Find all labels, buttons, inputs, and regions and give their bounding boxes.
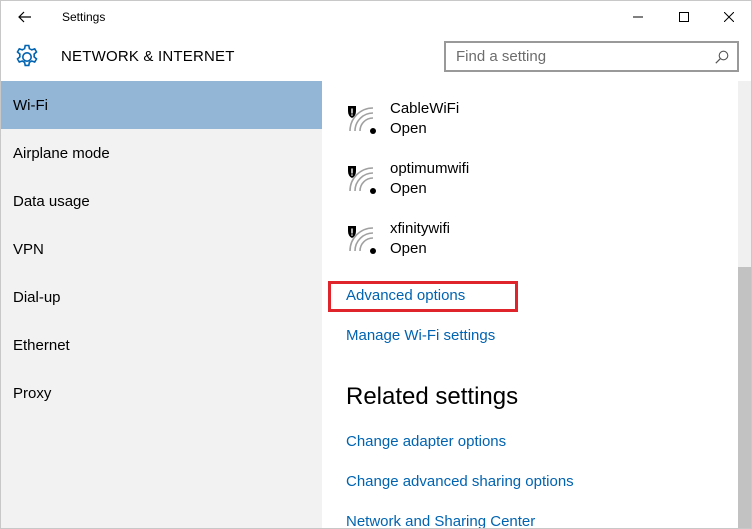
network-name: CableWiFi [390,100,460,117]
change-advanced-sharing-link[interactable]: Change advanced sharing options [346,473,574,490]
wifi-secured-icon [348,106,376,134]
scrollbar[interactable] [738,81,751,528]
close-button[interactable] [706,1,751,33]
sidebar-item-vpn[interactable]: VPN [1,225,322,273]
network-item[interactable]: CableWiFi Open [346,100,606,148]
sidebar-item-label: VPN [13,240,44,258]
scrollbar-thumb[interactable] [738,267,751,528]
network-status: Open [390,120,427,137]
advanced-options-link[interactable]: Advanced options [346,287,465,304]
sidebar-item-label: Data usage [13,192,90,210]
close-icon [724,12,734,22]
network-name: xfinitywifi [390,220,451,237]
main-content: CableWiFi Open optimumwifi Open xfinityw… [322,81,751,528]
network-status: Open [390,240,427,257]
title-bar: Settings [1,1,751,33]
manage-wifi-settings-link[interactable]: Manage Wi-Fi settings [346,327,495,344]
window-title: Settings [62,10,106,24]
network-sharing-center-link[interactable]: Network and Sharing Center [346,513,535,528]
search-input[interactable] [446,48,701,65]
sidebar-item-label: Dial-up [13,288,61,306]
gear-icon [16,44,38,67]
related-settings-heading: Related settings [346,383,519,410]
network-item[interactable]: optimumwifi Open [346,160,606,208]
page-title: NETWORK & INTERNET [61,48,235,65]
search-icon[interactable] [715,50,729,64]
sidebar-item-ethernet[interactable]: Ethernet [1,321,322,369]
sidebar-item-airplane-mode[interactable]: Airplane mode [1,129,322,177]
back-arrow-icon [18,11,31,23]
maximize-button[interactable] [661,1,707,33]
change-adapter-options-link[interactable]: Change adapter options [346,433,506,450]
back-button[interactable] [9,4,41,30]
sidebar-item-dial-up[interactable]: Dial-up [1,273,322,321]
network-status: Open [390,180,427,197]
sidebar-item-label: Proxy [13,384,52,402]
page-header: NETWORK & INTERNET [1,33,751,81]
sidebar-item-proxy[interactable]: Proxy [1,369,322,417]
sidebar-item-wifi[interactable]: Wi-Fi [1,81,322,129]
network-name: optimumwifi [390,160,470,177]
minimize-icon [633,16,643,18]
sidebar-item-data-usage[interactable]: Data usage [1,177,322,225]
settings-window: Settings NETWORK & INTERNET Find a setti… [0,0,752,529]
sidebar-item-label: Airplane mode [13,144,110,162]
sidebar: Wi-Fi Airplane mode Data usage VPN Dial-… [1,81,322,528]
wifi-secured-icon [348,226,376,254]
maximize-icon [679,12,689,22]
wifi-secured-icon [348,166,376,194]
network-item[interactable]: xfinitywifi Open [346,220,606,268]
search-box[interactable] [444,41,739,72]
sidebar-item-label: Wi-Fi [13,96,48,114]
minimize-button[interactable] [615,1,661,33]
sidebar-item-label: Ethernet [13,336,70,354]
